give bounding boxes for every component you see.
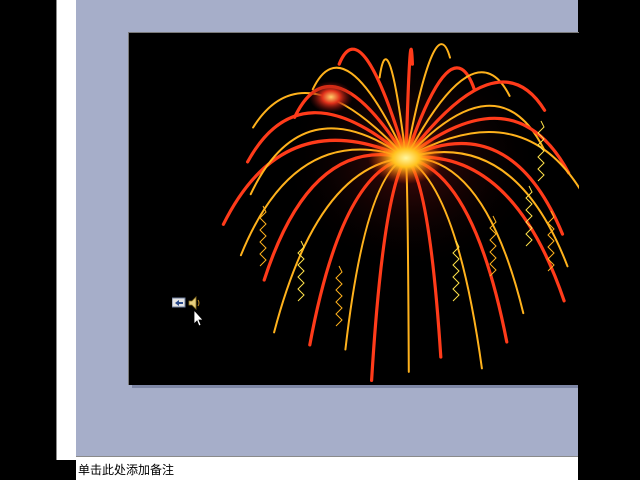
slide-thumbnail-panel-edge[interactable] (56, 0, 129, 460)
notes-placeholder: 单击此处添加备注 (78, 463, 175, 477)
small-burst-glow (309, 81, 353, 113)
slide-canvas[interactable] (128, 32, 579, 385)
move-cursor-icon (189, 308, 204, 326)
burst-core-glow (368, 132, 444, 184)
sound-icon[interactable] (188, 296, 200, 310)
sparkle-trail (335, 265, 343, 327)
return-button-icon[interactable] (172, 297, 186, 308)
left-black-area (0, 0, 62, 480)
right-black-area (578, 0, 640, 480)
notes-pane[interactable]: 单击此处添加备注 (76, 456, 578, 480)
firework-image (221, 43, 579, 382)
media-controls[interactable] (172, 296, 208, 326)
